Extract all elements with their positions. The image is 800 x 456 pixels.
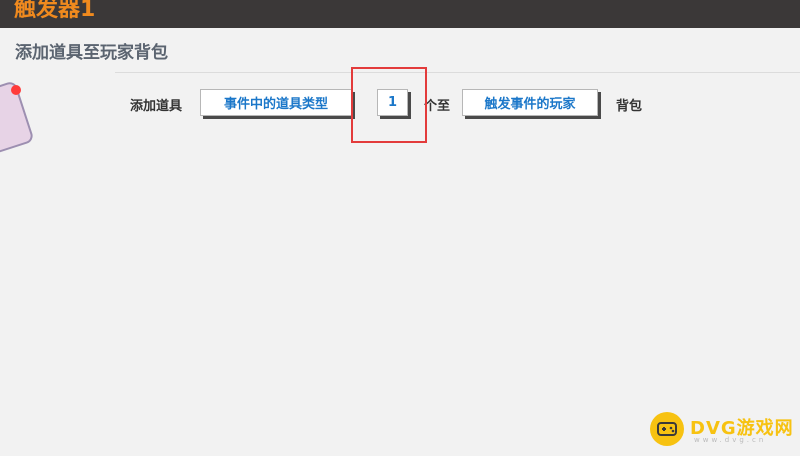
add-item-label: 添加道具 bbox=[130, 99, 183, 114]
watermark: DVG游戏网 www.dvg.cn bbox=[650, 410, 800, 450]
gamepad-icon bbox=[650, 412, 684, 446]
backpack-label: 背包 bbox=[616, 99, 643, 114]
quantity-suffix-label: 个至 bbox=[424, 99, 451, 114]
watermark-url: www.dvg.cn bbox=[694, 436, 767, 444]
top-bar: 触发器1 bbox=[0, 0, 800, 28]
notification-dot bbox=[11, 85, 21, 95]
highlight-box bbox=[351, 67, 427, 143]
divider bbox=[115, 72, 800, 73]
window-title: 触发器1 bbox=[14, 0, 96, 22]
target-player-button[interactable]: 触发事件的玩家 bbox=[462, 89, 598, 116]
section-title: 添加道具至玩家背包 bbox=[15, 43, 168, 63]
item-type-button[interactable]: 事件中的道具类型 bbox=[200, 89, 352, 116]
section-header: 添加道具至玩家背包 bbox=[0, 28, 800, 72]
